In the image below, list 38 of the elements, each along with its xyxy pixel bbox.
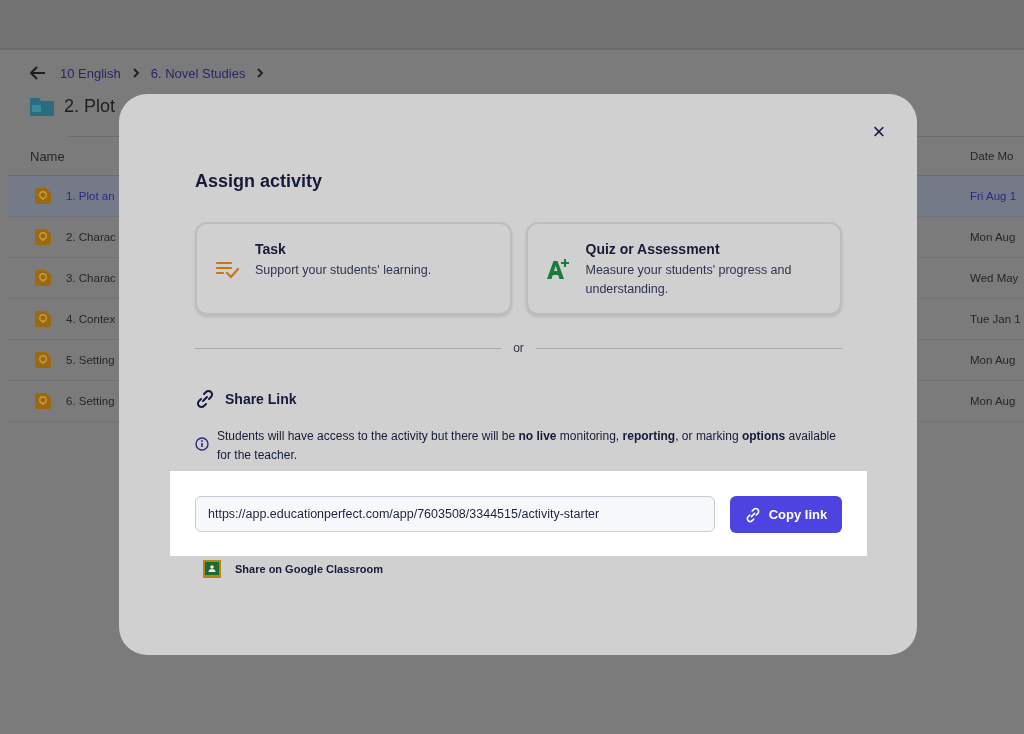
activity-name: 4. Contex — [66, 313, 116, 325]
date-cell-text: Mon Aug — [970, 395, 1017, 407]
option-title: Task — [255, 241, 287, 257]
option-card[interactable]: Quiz or Assessment Measure your students' progress and understanding. — [525, 222, 842, 315]
column-header: Name — [30, 148, 65, 164]
activity-name: 5. Setting — [66, 354, 115, 366]
folder-icon — [30, 96, 54, 116]
option-title: Quiz or Assessment — [585, 241, 721, 257]
link-icon — [195, 389, 215, 409]
section-title: Share Link — [225, 391, 297, 407]
date-cell-text: Mon Aug — [970, 231, 1017, 243]
dialog-title: Assign activity — [195, 170, 324, 193]
page-title: 2. Plot — [64, 95, 116, 117]
activity-name: 1. Plot an — [66, 190, 115, 202]
back-arrow-icon[interactable] — [30, 66, 46, 80]
link-icon — [744, 506, 761, 523]
column-header: Date Mo — [970, 150, 1015, 162]
date-cell-text: Fri Aug 1 — [970, 190, 1018, 202]
grade-a-plus-icon — [545, 257, 570, 281]
option-card[interactable]: Task Support your students' learning. — [195, 222, 512, 315]
info-icon — [195, 437, 209, 451]
option-description: Support your students' learning. — [255, 262, 432, 279]
close-button[interactable]: × — [867, 120, 891, 144]
copy-link-button[interactable]: Copy link — [730, 496, 842, 533]
google-classroom-link[interactable]: Share on Google Classroom — [235, 563, 383, 575]
option-description: Measure your students' progress and understanding. — [585, 262, 793, 298]
link-field[interactable]: https://app.educationperfect.com/app/7603508/3344515/activity-starter — [195, 496, 715, 532]
date-cell-text: Mon Aug — [970, 354, 1017, 366]
classroom-board-icon — [203, 560, 221, 578]
activity-name: 6. Setting — [66, 395, 115, 407]
chevron-right-icon — [255, 68, 266, 78]
date-cell-text: Tue Jan 1 — [970, 313, 1022, 325]
notice-text: Students will have access to the activity but there will be no live monitoring, reporting, or marking options available for the teacher. — [217, 428, 837, 464]
activity-name: 2. Charac — [66, 231, 116, 243]
activity-name: 3. Charac — [66, 272, 116, 284]
divider-label: or — [513, 341, 524, 355]
chevron-right-icon — [130, 68, 141, 78]
date-cell-text: Wed May — [970, 272, 1020, 284]
